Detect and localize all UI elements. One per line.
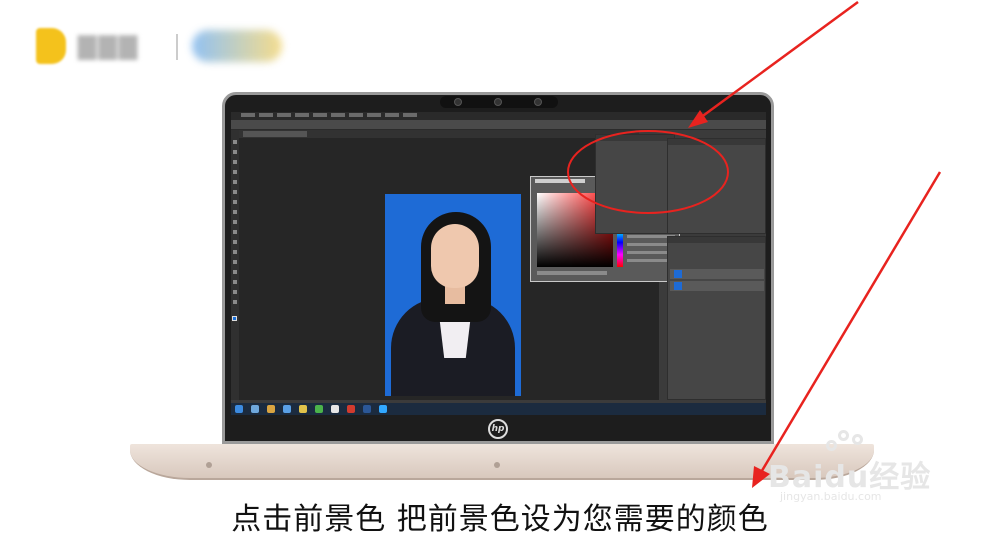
quick-select-tool-icon[interactable] — [233, 170, 237, 174]
blur-tool-icon[interactable] — [233, 260, 237, 264]
taskbar-app-icon[interactable] — [251, 405, 259, 413]
taskbar-app-icon[interactable] — [363, 405, 371, 413]
camera-icon — [454, 98, 462, 106]
taskbar-app-icon[interactable] — [331, 405, 339, 413]
layers-panel — [667, 236, 766, 400]
color-picker-title — [535, 179, 585, 183]
pen-tool-icon[interactable] — [233, 280, 237, 284]
eyedropper-tool-icon[interactable] — [233, 190, 237, 194]
stage: ▇▇▇ hp Baidu经验 jingyan.baidu.com 点击前景色 把… — [0, 0, 1000, 539]
color-panel — [667, 138, 766, 234]
menu-item[interactable] — [367, 113, 381, 117]
menu-item[interactable] — [385, 113, 399, 117]
tools-panel — [231, 130, 239, 400]
menu-item[interactable] — [331, 113, 345, 117]
photoshop-menubar — [231, 112, 766, 120]
layer-row[interactable] — [670, 281, 764, 291]
base-indicator — [206, 462, 212, 468]
move-tool-icon[interactable] — [233, 140, 237, 144]
logo-divider — [176, 34, 178, 60]
marquee-tool-icon[interactable] — [233, 150, 237, 154]
stamp-tool-icon[interactable] — [233, 220, 237, 224]
panel-header — [668, 237, 765, 243]
photoshop-taskbar-icon[interactable] — [379, 405, 387, 413]
id-photo — [385, 194, 521, 396]
brand-logo-icon — [36, 28, 66, 64]
document-tab[interactable] — [243, 131, 307, 137]
start-button-icon[interactable] — [235, 405, 243, 413]
healing-tool-icon[interactable] — [233, 200, 237, 204]
taskbar-app-icon[interactable] — [315, 405, 323, 413]
menu-item[interactable] — [349, 113, 363, 117]
taskbar-app-icon[interactable] — [347, 405, 355, 413]
properties-panel — [595, 134, 675, 234]
hp-logo: hp — [488, 419, 508, 439]
laptop-base — [130, 444, 874, 480]
photo-face — [431, 224, 479, 288]
options-bar — [231, 120, 766, 130]
taskbar-app-icon[interactable] — [267, 405, 275, 413]
red-pointer-arrow — [758, 171, 942, 475]
panel-header — [668, 139, 765, 145]
history-brush-tool-icon[interactable] — [233, 230, 237, 234]
type-tool-icon[interactable] — [233, 290, 237, 294]
gradient-tool-icon[interactable] — [233, 250, 237, 254]
base-indicator — [494, 462, 500, 468]
layer-thumbnail — [674, 282, 682, 290]
lasso-tool-icon[interactable] — [233, 160, 237, 164]
brush-tool-icon[interactable] — [233, 210, 237, 214]
layer-row[interactable] — [670, 269, 764, 279]
document-tab-bar — [239, 130, 639, 138]
menu-item[interactable] — [241, 113, 255, 117]
panel-header — [596, 135, 674, 141]
camera-icon — [494, 98, 502, 106]
taskbar-app-icon[interactable] — [283, 405, 291, 413]
caption: 点击前景色 把前景色设为您需要的颜色 — [231, 502, 769, 537]
hand-tool-icon[interactable] — [233, 300, 237, 304]
webcam-bar — [440, 96, 558, 108]
windows-taskbar — [231, 403, 766, 415]
menu-item[interactable] — [295, 113, 309, 117]
layer-thumbnail — [674, 270, 682, 278]
laptop-screen — [231, 112, 766, 415]
brand-logo-text-blurred: ▇▇▇ — [78, 32, 140, 60]
web-colors-checkbox[interactable] — [537, 271, 607, 275]
dodge-tool-icon[interactable] — [233, 270, 237, 274]
camera-icon — [534, 98, 542, 106]
menu-item[interactable] — [313, 113, 327, 117]
partner-logo-blurred — [192, 30, 282, 62]
menu-item[interactable] — [403, 113, 417, 117]
crop-tool-icon[interactable] — [233, 180, 237, 184]
menu-item[interactable] — [277, 113, 291, 117]
taskbar-app-icon[interactable] — [299, 405, 307, 413]
menu-item[interactable] — [259, 113, 273, 117]
foreground-color-swatch[interactable] — [232, 316, 237, 321]
eraser-tool-icon[interactable] — [233, 240, 237, 244]
